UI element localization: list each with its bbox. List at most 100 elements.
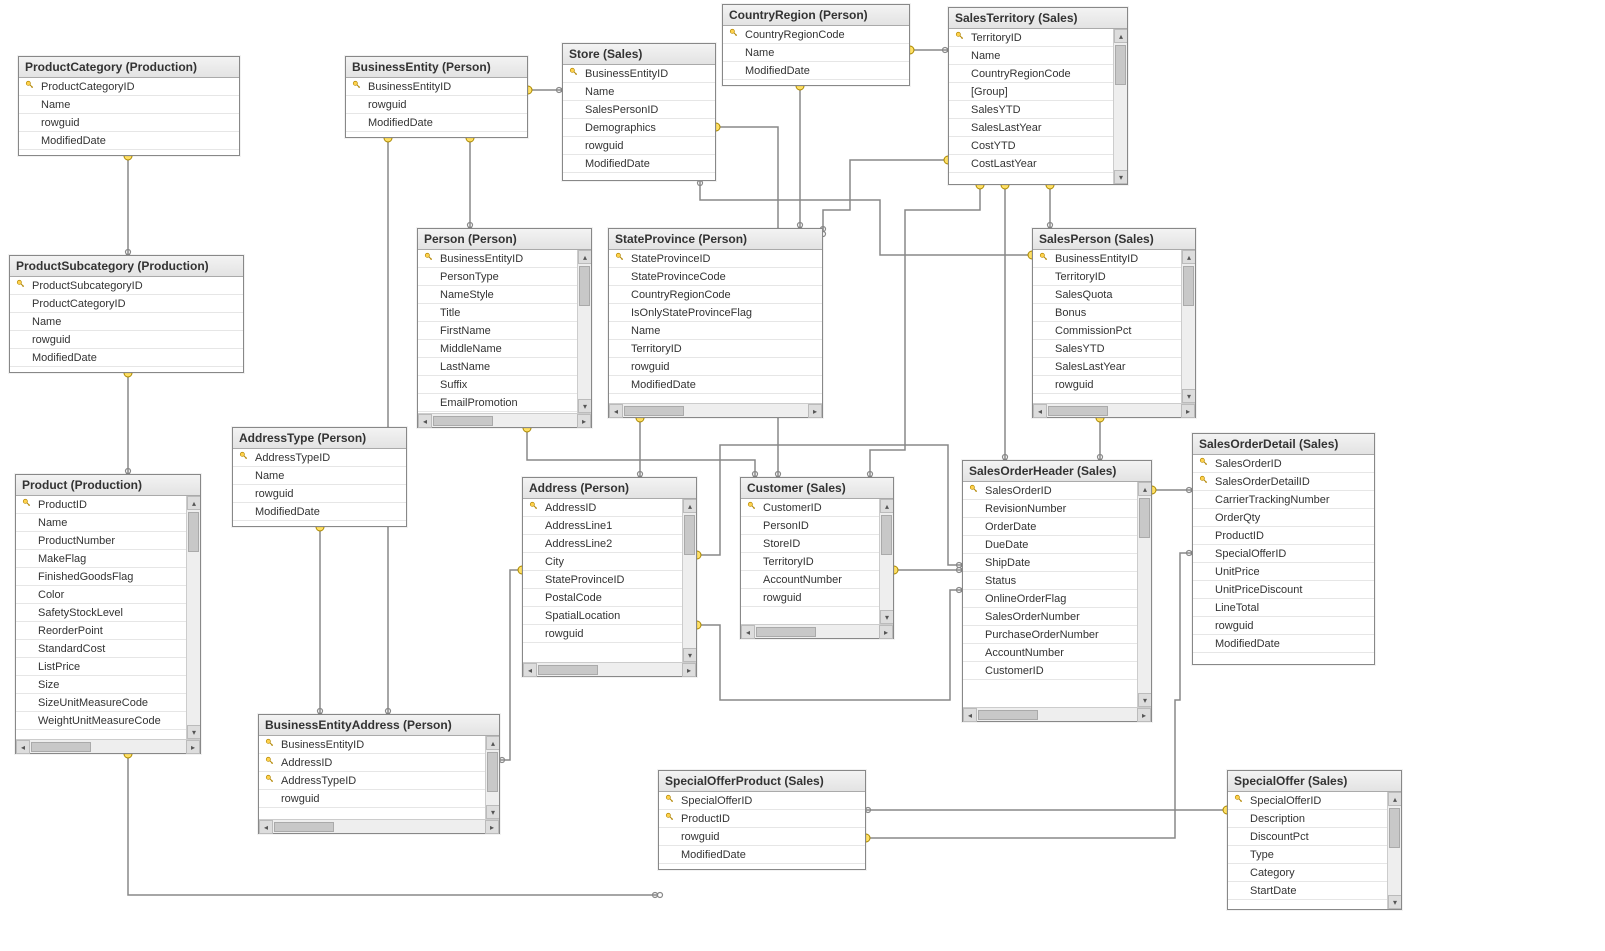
column-row[interactable]: AddressTypeID — [233, 449, 406, 467]
column-row[interactable]: OnlineOrderFlag — [963, 590, 1137, 608]
column-row[interactable]: Name — [233, 467, 406, 485]
scroll-down-icon[interactable]: ▾ — [578, 399, 591, 413]
entity-title[interactable]: BusinessEntityAddress (Person) — [259, 715, 499, 736]
column-row[interactable]: MiddleName — [418, 340, 577, 358]
entity-title[interactable]: SpecialOfferProduct (Sales) — [659, 771, 865, 792]
entity-country-region[interactable]: CountryRegion (Person)CountryRegionCodeN… — [722, 4, 910, 86]
scroll-thumb[interactable] — [1183, 266, 1194, 306]
scroll-thumb[interactable] — [978, 710, 1038, 720]
column-row[interactable]: rowguid — [259, 790, 485, 808]
scroll-up-icon[interactable]: ▴ — [1114, 29, 1127, 43]
column-row[interactable]: Name — [723, 44, 909, 62]
scroll-right-icon[interactable]: ▸ — [808, 404, 822, 418]
column-row[interactable]: Color — [16, 586, 186, 604]
scroll-down-icon[interactable]: ▾ — [1388, 895, 1401, 909]
scroll-right-icon[interactable]: ▸ — [879, 625, 893, 639]
scroll-up-icon[interactable]: ▴ — [1182, 250, 1195, 264]
scroll-down-icon[interactable]: ▾ — [1114, 170, 1127, 184]
column-row[interactable]: AddressTypeID — [259, 772, 485, 790]
column-row[interactable]: City — [523, 553, 682, 571]
column-row[interactable]: MakeFlag — [16, 550, 186, 568]
column-row[interactable]: StartDate — [1228, 882, 1387, 900]
horizontal-scrollbar[interactable]: ◂▸ — [418, 413, 591, 427]
column-row[interactable]: ProductSubcategoryID — [10, 277, 243, 295]
column-row[interactable]: ModifiedDate — [723, 62, 909, 80]
scroll-down-icon[interactable]: ▾ — [880, 610, 893, 624]
entity-title[interactable]: SalesOrderDetail (Sales) — [1193, 434, 1374, 455]
column-row[interactable]: SalesYTD — [1033, 340, 1181, 358]
relationship-line[interactable] — [500, 570, 522, 760]
scroll-right-icon[interactable]: ▸ — [682, 663, 696, 677]
column-row[interactable]: SalesPersonID — [563, 101, 715, 119]
horizontal-scrollbar[interactable]: ◂▸ — [609, 403, 822, 417]
scroll-up-icon[interactable]: ▴ — [1388, 792, 1401, 806]
scroll-thumb[interactable] — [538, 665, 598, 675]
column-row[interactable]: Suffix — [418, 376, 577, 394]
entity-title[interactable]: BusinessEntity (Person) — [346, 57, 527, 78]
entity-title[interactable]: SpecialOffer (Sales) — [1228, 771, 1401, 792]
scroll-up-icon[interactable]: ▴ — [578, 250, 591, 264]
column-row[interactable]: FirstName — [418, 322, 577, 340]
column-row[interactable]: BusinessEntityID — [1033, 250, 1181, 268]
entity-person[interactable]: Person (Person)BusinessEntityIDPersonTyp… — [417, 228, 592, 428]
scroll-thumb[interactable] — [579, 266, 590, 306]
entity-title[interactable]: ProductCategory (Production) — [19, 57, 239, 78]
column-row[interactable]: ModifiedDate — [563, 155, 715, 173]
column-row[interactable]: AccountNumber — [741, 571, 879, 589]
column-row[interactable]: Name — [10, 313, 243, 331]
entity-title[interactable]: StateProvince (Person) — [609, 229, 822, 250]
column-row[interactable]: ShipDate — [963, 554, 1137, 572]
column-row[interactable]: Name — [563, 83, 715, 101]
column-row[interactable]: Name — [949, 47, 1113, 65]
column-row[interactable]: ProductCategoryID — [10, 295, 243, 313]
column-row[interactable]: rowguid — [1193, 617, 1374, 635]
column-row[interactable]: SalesOrderID — [1193, 455, 1374, 473]
column-row[interactable]: CountryRegionCode — [949, 65, 1113, 83]
column-row[interactable]: ModifiedDate — [346, 114, 527, 132]
column-row[interactable]: rowguid — [10, 331, 243, 349]
column-row[interactable]: UnitPriceDiscount — [1193, 581, 1374, 599]
column-row[interactable]: Name — [19, 96, 239, 114]
scroll-right-icon[interactable]: ▸ — [1181, 404, 1195, 418]
column-row[interactable]: NameStyle — [418, 286, 577, 304]
horizontal-scrollbar[interactable]: ◂▸ — [523, 662, 696, 676]
column-row[interactable]: DiscountPct — [1228, 828, 1387, 846]
column-row[interactable]: TerritoryID — [949, 29, 1113, 47]
entity-sales-order-detail[interactable]: SalesOrderDetail (Sales)SalesOrderIDSale… — [1192, 433, 1375, 665]
entity-title[interactable]: SalesOrderHeader (Sales) — [963, 461, 1151, 482]
entity-title[interactable]: CountryRegion (Person) — [723, 5, 909, 26]
scroll-down-icon[interactable]: ▾ — [1138, 693, 1151, 707]
entity-title[interactable]: Address (Person) — [523, 478, 696, 499]
column-row[interactable]: SpatialLocation — [523, 607, 682, 625]
entity-state-province[interactable]: StateProvince (Person)StateProvinceIDSta… — [608, 228, 823, 418]
column-row[interactable]: SalesQuota — [1033, 286, 1181, 304]
scroll-down-icon[interactable]: ▾ — [1182, 389, 1195, 403]
column-row[interactable]: ModifiedDate — [1193, 635, 1374, 653]
column-row[interactable]: Type — [1228, 846, 1387, 864]
column-row[interactable]: CountryRegionCode — [609, 286, 822, 304]
column-row[interactable]: LineTotal — [1193, 599, 1374, 617]
entity-special-offer-product[interactable]: SpecialOfferProduct (Sales)SpecialOfferI… — [658, 770, 866, 870]
scroll-up-icon[interactable]: ▴ — [1138, 482, 1151, 496]
column-row[interactable]: Category — [1228, 864, 1387, 882]
scroll-down-icon[interactable]: ▾ — [683, 648, 696, 662]
column-row[interactable]: ProductID — [16, 496, 186, 514]
column-row[interactable]: AddressLine2 — [523, 535, 682, 553]
column-row[interactable]: StateProvinceCode — [609, 268, 822, 286]
column-row[interactable]: UnitPrice — [1193, 563, 1374, 581]
entity-title[interactable]: AddressType (Person) — [233, 428, 406, 449]
entity-sales-person[interactable]: SalesPerson (Sales)BusinessEntityIDTerri… — [1032, 228, 1196, 418]
entity-address[interactable]: Address (Person)AddressIDAddressLine1Add… — [522, 477, 697, 677]
column-row[interactable]: SalesOrderID — [963, 482, 1137, 500]
column-row[interactable]: TerritoryID — [1033, 268, 1181, 286]
column-row[interactable]: rowguid — [233, 485, 406, 503]
entity-customer[interactable]: Customer (Sales)CustomerIDPersonIDStoreI… — [740, 477, 894, 639]
column-row[interactable]: Bonus — [1033, 304, 1181, 322]
vertical-scrollbar[interactable]: ▴▾ — [1113, 29, 1127, 184]
column-row[interactable]: SalesYTD — [949, 101, 1113, 119]
scroll-thumb[interactable] — [188, 512, 199, 552]
column-row[interactable]: OrderDate — [963, 518, 1137, 536]
column-row[interactable]: IsOnlyStateProvinceFlag — [609, 304, 822, 322]
column-row[interactable]: rowguid — [563, 137, 715, 155]
vertical-scrollbar[interactable]: ▴▾ — [1137, 482, 1151, 707]
